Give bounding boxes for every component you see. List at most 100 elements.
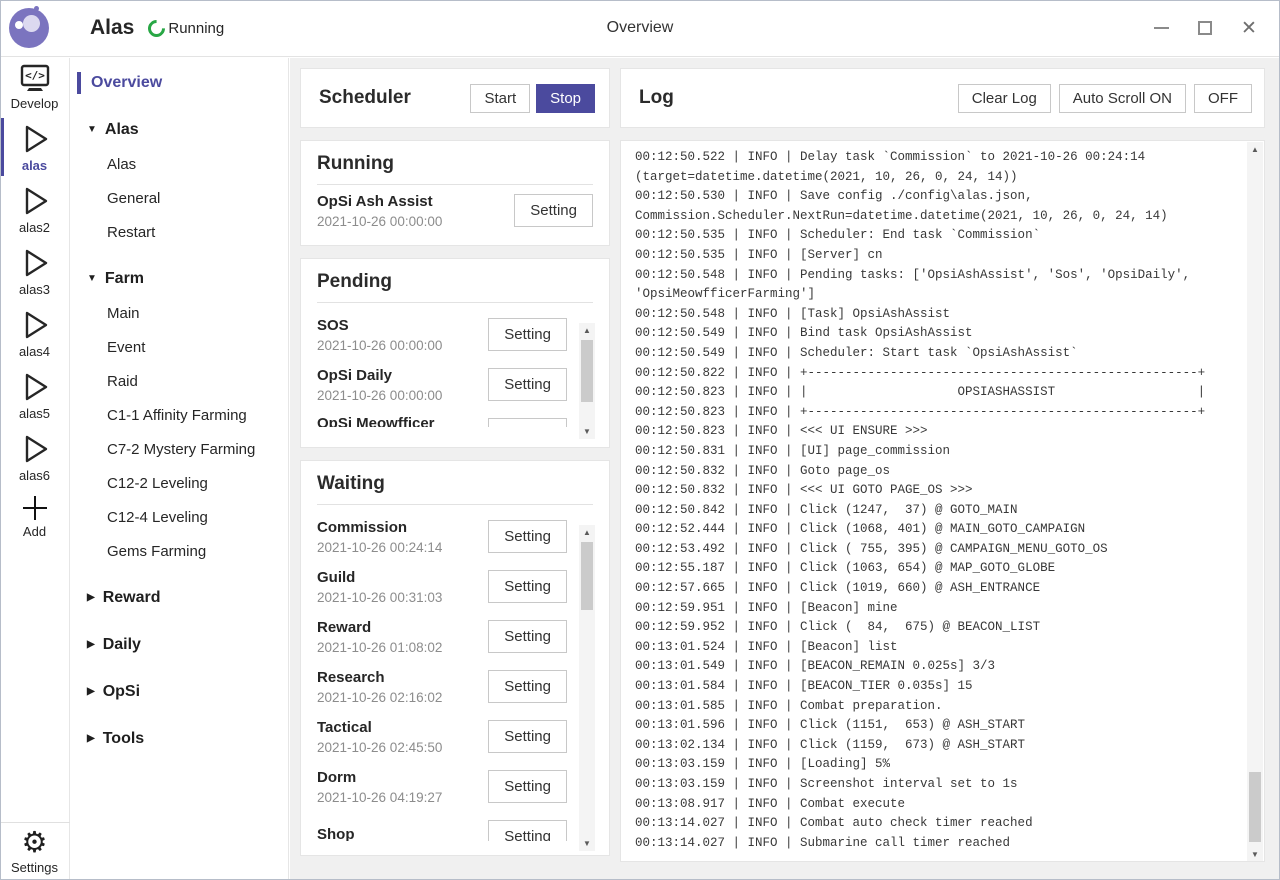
nav-item-c12-2-leveling[interactable]: C12-2 Leveling: [71, 474, 288, 494]
setting-button[interactable]: Setting: [488, 770, 567, 803]
develop-code-monitor-icon: </>: [19, 64, 51, 94]
scroll-down-icon[interactable]: ▼: [579, 836, 595, 851]
log-header-card: Log Clear Log Auto Scroll ON OFF: [620, 68, 1265, 128]
scrollbar-thumb[interactable]: [581, 542, 593, 610]
play-icon: [17, 246, 53, 280]
setting-button[interactable]: Setting: [514, 194, 593, 227]
pending-card: Pending SOS 2021-10-26 00:00:00 Setting …: [300, 258, 610, 448]
task-name: OpSi Daily: [317, 366, 488, 385]
scrollbar-thumb[interactable]: [581, 340, 593, 402]
clear-log-button[interactable]: Clear Log: [958, 84, 1051, 113]
nav-menu: Overview ▼Alas Alas General Restart ▼Far…: [71, 58, 289, 880]
task-time: 2021-10-26 00:31:03: [317, 590, 488, 605]
task-name: SOS: [317, 316, 488, 335]
sidebar-item-label: Develop: [11, 96, 59, 111]
setting-button[interactable]: Setting: [488, 620, 567, 653]
scroll-down-icon[interactable]: ▼: [579, 424, 595, 439]
scroll-up-icon[interactable]: ▲: [1247, 142, 1263, 157]
waiting-task-list: Commission 2021-10-26 00:24:14 Setting G…: [317, 511, 593, 841]
nav-group-opsi[interactable]: ▶OpSi: [71, 681, 288, 703]
sidebar-item-alas4[interactable]: alas4: [0, 302, 70, 364]
nav-item-c7-2-mystery-farming[interactable]: C7-2 Mystery Farming: [71, 440, 288, 460]
sidebar-item-settings[interactable]: ⚙ Settings: [0, 823, 70, 880]
task-row: OpSi Meowfficer Farming Setting: [317, 409, 593, 427]
scrollbar-thumb[interactable]: [1249, 772, 1261, 842]
task-row: Tactical 2021-10-26 02:45:50 Setting: [317, 711, 593, 761]
gear-icon: ⚙: [22, 829, 48, 858]
task-time: 2021-10-26 02:45:50: [317, 740, 488, 755]
start-button[interactable]: Start: [470, 84, 530, 113]
task-time: 2021-10-26 00:24:14: [317, 540, 488, 555]
setting-button[interactable]: Setting: [488, 820, 567, 842]
maximize-button[interactable]: [1196, 19, 1214, 37]
setting-button[interactable]: Setting: [488, 520, 567, 553]
sidebar-item-develop[interactable]: </> Develop: [0, 58, 70, 116]
app-logo-icon: [9, 8, 49, 48]
task-time: 2021-10-26 04:19:27: [317, 790, 488, 805]
scroll-up-icon[interactable]: ▲: [579, 525, 595, 540]
setting-button[interactable]: Setting: [488, 670, 567, 703]
auto-scroll-off-button[interactable]: OFF: [1194, 84, 1252, 113]
nav-group-tools[interactable]: ▶Tools: [71, 728, 288, 750]
pending-scrollbar[interactable]: ▲ ▼: [579, 323, 595, 439]
scheduler-title: Scheduler: [319, 87, 411, 109]
play-icon: [17, 432, 53, 466]
log-scrollbar[interactable]: ▲ ▼: [1247, 142, 1263, 862]
task-name: Research: [317, 668, 488, 687]
sidebar-item-alas5[interactable]: alas5: [0, 364, 70, 426]
scheduler-card: Scheduler Start Stop: [300, 68, 610, 128]
setting-button[interactable]: Setting: [488, 720, 567, 753]
setting-button[interactable]: Setting: [488, 318, 567, 351]
nav-item-raid[interactable]: Raid: [71, 372, 288, 392]
setting-button[interactable]: Setting: [488, 368, 567, 401]
pending-task-list: SOS 2021-10-26 00:00:00 Setting OpSi Dai…: [317, 309, 593, 427]
nav-item-c12-4-leveling[interactable]: C12-4 Leveling: [71, 508, 288, 528]
nav-group-reward[interactable]: ▶Reward: [71, 587, 288, 609]
log-panel[interactable]: 00:12:50.522 | INFO | Delay task `Commis…: [620, 140, 1265, 862]
task-time: 2021-10-26 00:00:00: [317, 338, 488, 353]
nav-group-farm[interactable]: ▼Farm: [71, 268, 288, 290]
nav-group-alas[interactable]: ▼Alas: [71, 119, 288, 141]
task-name: OpSi Meowfficer Farming: [317, 414, 488, 428]
play-icon: [17, 184, 53, 218]
scroll-down-icon[interactable]: ▼: [1247, 847, 1263, 862]
waiting-title: Waiting: [317, 473, 593, 495]
play-icon: [17, 308, 53, 342]
task-row: Commission 2021-10-26 00:24:14 Setting: [317, 511, 593, 561]
chevron-down-icon: ▼: [87, 268, 97, 290]
task-time: 2021-10-26 00:00:00: [317, 214, 493, 229]
sidebar-item-label: Settings: [11, 860, 58, 875]
task-time: 2021-10-26 00:00:00: [317, 388, 488, 403]
sidebar-item-label: alas5: [19, 406, 50, 421]
minimize-button[interactable]: [1152, 19, 1170, 37]
task-time: 2021-10-26 02:16:02: [317, 690, 488, 705]
close-button[interactable]: ✕: [1240, 19, 1258, 37]
nav-item-alas[interactable]: Alas: [71, 155, 288, 175]
setting-button[interactable]: Setting: [488, 418, 567, 428]
sidebar-item-add[interactable]: Add: [0, 488, 70, 544]
task-name: Guild: [317, 568, 488, 587]
nav-item-restart[interactable]: Restart: [71, 223, 288, 243]
nav-group-daily[interactable]: ▶Daily: [71, 634, 288, 656]
task-name: Commission: [317, 518, 488, 537]
task-name: OpSi Ash Assist: [317, 192, 493, 211]
app-name: Alas: [90, 16, 134, 40]
nav-item-general[interactable]: General: [71, 189, 288, 209]
stop-button[interactable]: Stop: [536, 84, 595, 113]
auto-scroll-on-button[interactable]: Auto Scroll ON: [1059, 84, 1186, 113]
nav-item-c1-1-affinity-farming[interactable]: C1-1 Affinity Farming: [71, 406, 288, 426]
task-name: Shop: [317, 825, 488, 841]
sidebar-item-alas6[interactable]: alas6: [0, 426, 70, 488]
waiting-scrollbar[interactable]: ▲ ▼: [579, 525, 595, 851]
nav-item-event[interactable]: Event: [71, 338, 288, 358]
setting-button[interactable]: Setting: [488, 570, 567, 603]
sidebar-item-alas2[interactable]: alas2: [0, 178, 70, 240]
nav-item-main[interactable]: Main: [71, 304, 288, 324]
nav-item-overview[interactable]: Overview: [71, 72, 288, 94]
sidebar-item-alas3[interactable]: alas3: [0, 240, 70, 302]
task-row: Research 2021-10-26 02:16:02 Setting: [317, 661, 593, 711]
scroll-up-icon[interactable]: ▲: [579, 323, 595, 338]
sidebar-item-alas[interactable]: alas: [0, 116, 70, 178]
nav-item-gems-farming[interactable]: Gems Farming: [71, 542, 288, 562]
running-card: Running OpSi Ash Assist 2021-10-26 00:00…: [300, 140, 610, 246]
